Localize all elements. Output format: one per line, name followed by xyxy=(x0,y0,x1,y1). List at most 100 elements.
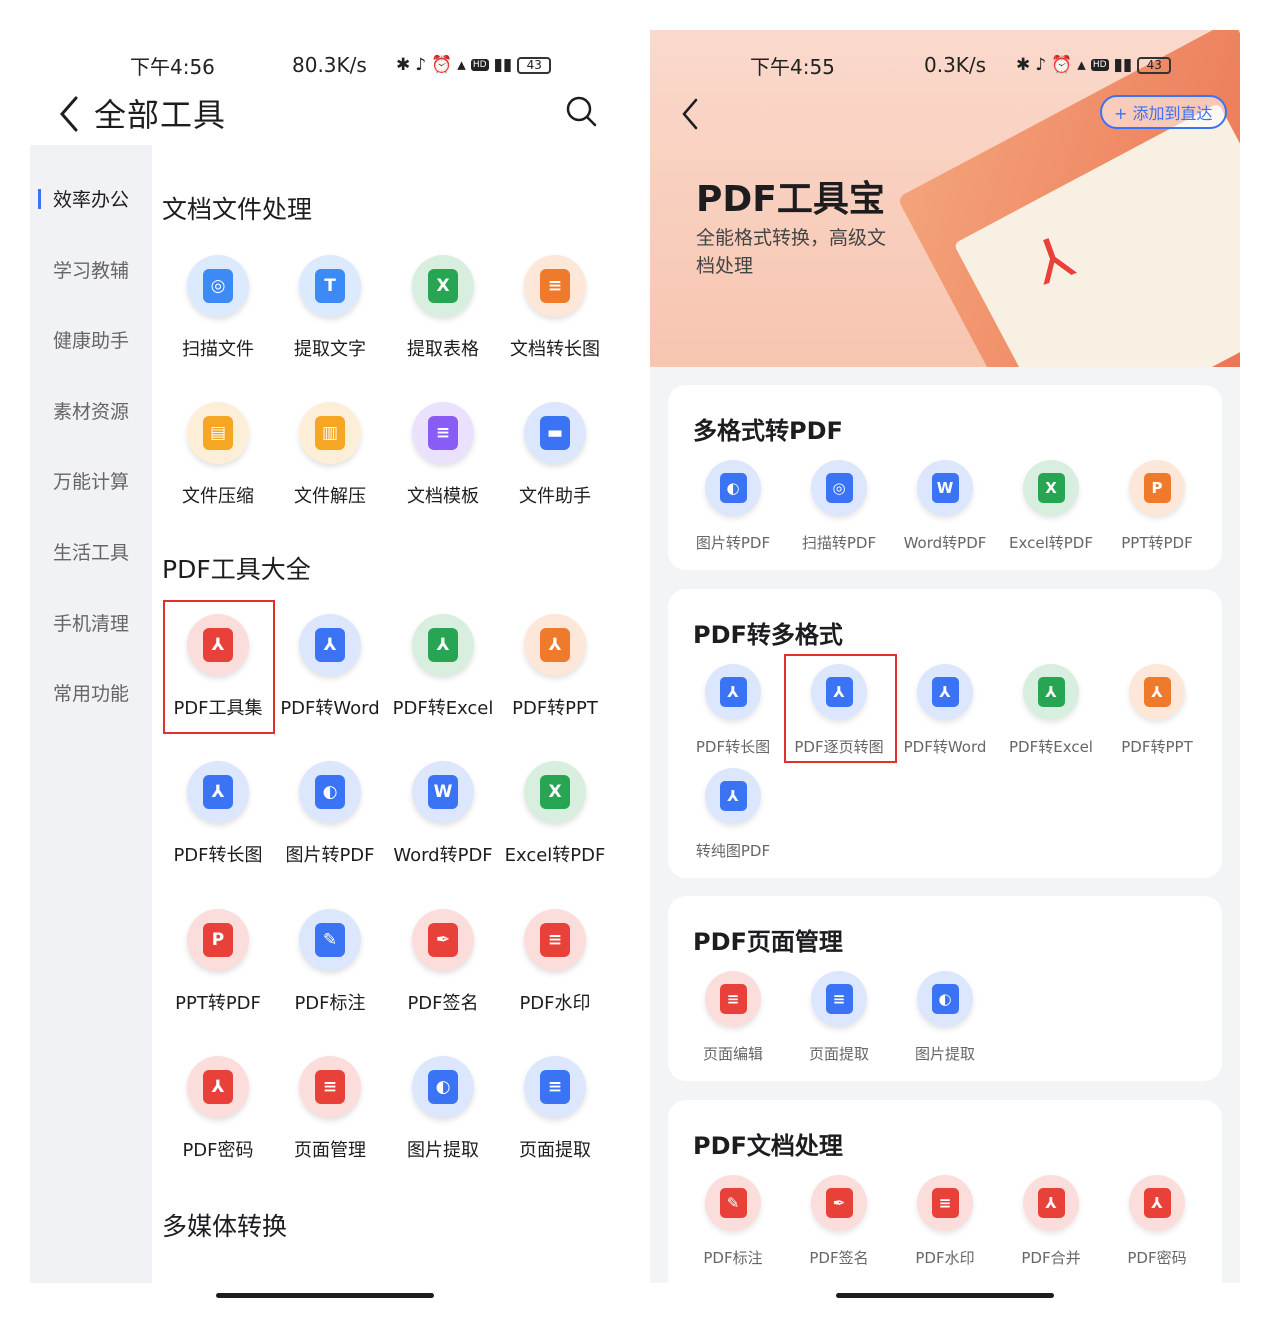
tool-item[interactable]: ⅄ PDF转长图 xyxy=(162,761,274,867)
back-arrow-icon[interactable] xyxy=(676,94,706,134)
tool-item[interactable]: ≡ PDF水印 xyxy=(499,909,611,1015)
tool-item[interactable]: ≡ 页面提取 xyxy=(786,971,892,1064)
icon-glyph: ⅄ xyxy=(931,677,959,707)
page-extract-icon[interactable]: ≡ xyxy=(524,1056,586,1118)
pdf-word-icon[interactable]: ⅄ xyxy=(299,614,361,676)
tool-item[interactable]: ✒ PDF签名 xyxy=(786,1175,892,1268)
scan-icon[interactable]: ◎ xyxy=(187,255,249,317)
tool-item[interactable]: ≡ PDF水印 xyxy=(892,1175,998,1268)
tool-item[interactable]: X 提取表格 xyxy=(387,255,499,361)
tool-item[interactable]: ⅄ PDF转长图 xyxy=(680,664,786,757)
tool-item[interactable]: ◐ 图片提取 xyxy=(892,971,998,1064)
ppt-pdf-icon[interactable]: P xyxy=(1129,460,1185,516)
pdf-longimage-icon[interactable]: ⅄ xyxy=(705,664,761,720)
ppt-pdf-icon[interactable]: P xyxy=(187,909,249,971)
tool-item[interactable]: ◎ 扫描文件 xyxy=(162,255,274,361)
search-icon[interactable] xyxy=(564,94,598,128)
tool-item[interactable]: X Excel转PDF xyxy=(499,761,611,867)
tool-item[interactable]: ▤ 文件压缩 xyxy=(162,402,274,508)
image-pdf-icon[interactable]: ◐ xyxy=(299,761,361,823)
password-icon[interactable]: ⅄ xyxy=(1129,1175,1185,1231)
home-indicator[interactable] xyxy=(836,1293,1054,1298)
tool-item[interactable]: ◎ 扫描转PDF xyxy=(786,460,892,553)
excel-pdf-icon[interactable]: X xyxy=(524,761,586,823)
tool-item[interactable]: ◐ 图片提取 xyxy=(387,1056,499,1162)
annotate-icon[interactable]: ✎ xyxy=(705,1175,761,1231)
tool-item[interactable]: ⅄ 转纯图PDF xyxy=(680,768,786,861)
tool-item[interactable]: ⅄ PDF密码 xyxy=(1104,1175,1210,1268)
pure-image-pdf-icon[interactable]: ⅄ xyxy=(705,768,761,824)
pdf-excel-icon[interactable]: ⅄ xyxy=(412,614,474,676)
tool-item[interactable]: ▥ 文件解压 xyxy=(274,402,386,508)
tool-item[interactable]: ⅄ PDF转Excel xyxy=(998,664,1104,757)
pdf-excel-icon[interactable]: ⅄ xyxy=(1023,664,1079,720)
tool-item[interactable]: ◐ 图片转PDF xyxy=(274,761,386,867)
watermark-icon[interactable]: ≡ xyxy=(524,909,586,971)
tool-item[interactable]: ⅄ PDF转Excel xyxy=(387,614,499,720)
tool-item[interactable]: W Word转PDF xyxy=(892,460,998,553)
text-extract-icon[interactable]: T xyxy=(299,255,361,317)
tool-item[interactable]: ≡ 页面管理 xyxy=(274,1056,386,1162)
tool-item[interactable]: ⅄ PDF转Word xyxy=(274,614,386,720)
sidebar-item[interactable]: 常用功能 xyxy=(30,679,152,706)
sidebar-item[interactable]: 学习教辅 xyxy=(30,256,152,283)
tool-item[interactable]: ≡ 页面编辑 xyxy=(680,971,786,1064)
tool-item[interactable]: X Excel转PDF xyxy=(998,460,1104,553)
unzip-icon[interactable]: ▥ xyxy=(299,402,361,464)
doc-image-icon[interactable]: ≡ xyxy=(524,255,586,317)
password-icon[interactable]: ⅄ xyxy=(187,1056,249,1118)
excel-icon[interactable]: X xyxy=(412,255,474,317)
add-to-shortcut-button[interactable]: + 添加到直达 xyxy=(1100,95,1227,129)
excel-pdf-icon[interactable]: X xyxy=(1023,460,1079,516)
sidebar-item[interactable]: 万能计算 xyxy=(30,467,152,494)
icon-glyph: ⅄ xyxy=(203,1070,233,1104)
home-indicator[interactable] xyxy=(216,1293,434,1298)
merge-icon[interactable]: ⅄ xyxy=(1023,1175,1079,1231)
word-pdf-icon[interactable]: W xyxy=(917,460,973,516)
pdf-longimage-icon[interactable]: ⅄ xyxy=(187,761,249,823)
folder-icon[interactable]: ▬ xyxy=(524,402,586,464)
tool-item[interactable]: P PPT转PDF xyxy=(1104,460,1210,553)
image-extract-icon[interactable]: ◐ xyxy=(412,1056,474,1118)
tool-item[interactable]: ▬ 文件助手 xyxy=(499,402,611,508)
annotate-icon[interactable]: ✎ xyxy=(299,909,361,971)
tool-item[interactable]: ≡ 文档转长图 xyxy=(499,255,611,361)
tool-item[interactable]: T 提取文字 xyxy=(274,255,386,361)
sidebar-item[interactable]: 手机清理 xyxy=(30,609,152,636)
pdf-ppt-icon[interactable]: ⅄ xyxy=(1129,664,1185,720)
sidebar-item[interactable]: 生活工具 xyxy=(30,538,152,565)
back-arrow-icon[interactable] xyxy=(54,94,84,134)
status-time: 下午4:56 xyxy=(130,54,215,79)
scan-pdf-icon[interactable]: ◎ xyxy=(811,460,867,516)
template-icon[interactable]: ≡ xyxy=(412,402,474,464)
zip-icon[interactable]: ▤ xyxy=(187,402,249,464)
page-extract-icon[interactable]: ≡ xyxy=(811,971,867,1027)
image-pdf-icon[interactable]: ◐ xyxy=(705,460,761,516)
sidebar-item[interactable]: 素材资源 xyxy=(30,397,152,424)
signature-icon[interactable]: ✒ xyxy=(811,1175,867,1231)
watermark-icon[interactable]: ≡ xyxy=(917,1175,973,1231)
image-extract-icon[interactable]: ◐ xyxy=(917,971,973,1027)
tool-item[interactable]: ✒ PDF签名 xyxy=(387,909,499,1015)
pdf-word-icon[interactable]: ⅄ xyxy=(917,664,973,720)
tool-item[interactable]: ≡ 文档模板 xyxy=(387,402,499,508)
signature-icon[interactable]: ✒ xyxy=(412,909,474,971)
tool-item[interactable]: ⅄ PDF合并 xyxy=(998,1175,1104,1268)
tool-item[interactable]: ⅄ PDF转PPT xyxy=(499,614,611,720)
tool-item[interactable]: ✎ PDF标注 xyxy=(680,1175,786,1268)
page-manage-icon[interactable]: ≡ xyxy=(299,1056,361,1118)
sidebar-item[interactable]: 健康助手 xyxy=(30,326,152,353)
tool-item[interactable]: P PPT转PDF xyxy=(162,909,274,1015)
tool-item[interactable]: ⅄ PDF密码 xyxy=(162,1056,274,1162)
page-edit-icon[interactable]: ≡ xyxy=(705,971,761,1027)
pdf-ppt-icon[interactable]: ⅄ xyxy=(524,614,586,676)
sidebar-item[interactable]: 效率办公 xyxy=(30,185,152,212)
tool-item[interactable]: ⅄ PDF转Word xyxy=(892,664,998,757)
tool-item[interactable]: ≡ 页面提取 xyxy=(499,1056,611,1162)
highlight-box xyxy=(784,654,897,763)
tool-item[interactable]: ✎ PDF标注 xyxy=(274,909,386,1015)
word-pdf-icon[interactable]: W xyxy=(412,761,474,823)
tool-item[interactable]: W Word转PDF xyxy=(387,761,499,867)
tool-item[interactable]: ◐ 图片转PDF xyxy=(680,460,786,553)
tool-item[interactable]: ⅄ PDF转PPT xyxy=(1104,664,1210,757)
